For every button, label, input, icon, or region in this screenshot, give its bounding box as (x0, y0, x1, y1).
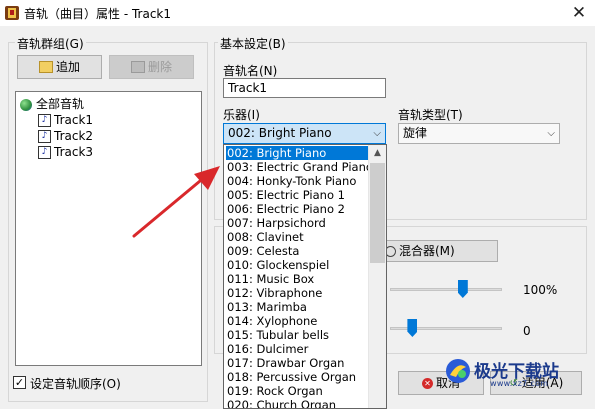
mixer-button-label: 混合器(M) (399, 244, 455, 258)
instrument-option[interactable]: 002: Bright Piano (226, 146, 370, 160)
track-type-label: 音轨类型(T) (398, 108, 463, 122)
basic-settings-label: 基本設定(B) (218, 35, 288, 52)
delete-icon (130, 60, 145, 73)
track-item-3[interactable]: ♪ Track3 (38, 144, 93, 160)
track-name-label: 音轨名(N) (223, 64, 278, 78)
tree-root-label: 全部音轨 (36, 97, 85, 111)
instrument-option[interactable]: 016: Dulcimer (226, 342, 370, 356)
track-type-select[interactable]: 旋律 ⌵ (398, 123, 560, 144)
instrument-option[interactable]: 017: Drawbar Organ (226, 356, 370, 370)
instrument-option[interactable]: 011: Music Box (226, 272, 370, 286)
folder-add-icon (38, 60, 53, 73)
pan-slider-track[interactable] (390, 327, 502, 330)
track-item-label: Track3 (54, 145, 94, 159)
close-button[interactable]: ✕ (566, 1, 592, 25)
chevron-down-icon: ⌵ (547, 128, 555, 139)
instrument-option[interactable]: 010: Glockenspiel (226, 258, 370, 272)
instrument-option[interactable]: 008: Clavinet (226, 230, 370, 244)
instrument-option[interactable]: 020: Church Organ (226, 398, 370, 408)
track-item-label: Track2 (54, 129, 94, 143)
track-item-1[interactable]: ♪ Track1 (38, 112, 93, 128)
delete-button[interactable]: 删除 (109, 55, 194, 79)
cancel-icon: ✕ (421, 378, 433, 389)
note-icon: ♪ (38, 146, 51, 159)
track-name-field[interactable]: Track1 (223, 78, 386, 98)
annotation-arrow (132, 166, 220, 238)
globe-icon (20, 98, 32, 111)
add-button[interactable]: 追加 (17, 55, 102, 79)
chevron-down-icon: ⌵ (373, 128, 381, 139)
instrument-option[interactable]: 019: Rock Organ (226, 384, 370, 398)
track-type-value: 旋律 (403, 126, 428, 140)
instrument-option[interactable]: 005: Electric Piano 1 (226, 188, 370, 202)
mixer-button[interactable]: 混合器(M) (380, 240, 498, 262)
instrument-selected-value: 002: Bright Piano (228, 126, 332, 140)
volume-slider-track[interactable] (390, 288, 502, 291)
watermark-logo (444, 357, 472, 385)
volume-value: 100% (523, 283, 558, 297)
sort-order-label: 设定音轨顺序(O) (30, 377, 121, 391)
note-icon: ♪ (38, 130, 51, 143)
instrument-label: 乐器(I) (223, 108, 260, 122)
track-item-2[interactable]: ♪ Track2 (38, 128, 93, 144)
instrument-option[interactable]: 004: Honky-Tonk Piano (226, 174, 370, 188)
instrument-select[interactable]: 002: Bright Piano ⌵ (223, 123, 386, 144)
sort-order-checkbox[interactable]: ✓ (13, 376, 26, 389)
instrument-option[interactable]: 003: Electric Grand Piano (226, 160, 370, 174)
watermark-subtext: www.xz7.com (490, 379, 549, 388)
scroll-up-icon[interactable]: ▲ (369, 145, 386, 162)
tree-root-item[interactable]: 全部音轨 (20, 96, 84, 112)
note-icon: ♪ (38, 114, 51, 127)
scrollbar-thumb[interactable] (370, 163, 385, 263)
instrument-option[interactable]: 018: Percussive Organ (226, 370, 370, 384)
instrument-option[interactable]: 013: Marimba (226, 300, 370, 314)
track-group-label: 音轨群组(G) (15, 35, 86, 52)
track-item-label: Track1 (54, 113, 94, 127)
delete-button-label: 删除 (147, 60, 172, 74)
instrument-option[interactable]: 012: Vibraphone (226, 286, 370, 300)
app-icon (4, 5, 20, 21)
instrument-option[interactable]: 015: Tubular bells (226, 328, 370, 342)
instrument-option[interactable]: 007: Harpsichord (226, 216, 370, 230)
instrument-option[interactable]: 014: Xylophone (226, 314, 370, 328)
title-bar: 音轨（曲目）属性 - Track1 ✕ (0, 0, 595, 26)
add-button-label: 追加 (55, 60, 80, 74)
instrument-option[interactable]: 009: Celesta (226, 244, 370, 258)
instrument-dropdown-list[interactable]: 002: Bright Piano 003: Electric Grand Pia… (223, 144, 387, 409)
dropdown-scrollbar[interactable]: ▲ (368, 145, 386, 408)
window-title: 音轨（曲目）属性 - Track1 (24, 7, 171, 21)
pan-value: 0 (523, 324, 531, 338)
instrument-option[interactable]: 006: Electric Piano 2 (226, 202, 370, 216)
